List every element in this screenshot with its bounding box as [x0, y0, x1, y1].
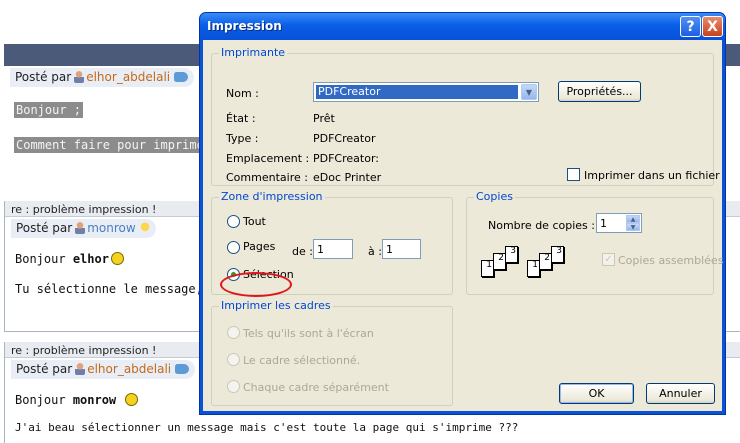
author-link[interactable]: monrow [87, 221, 135, 235]
collated-pages-icon: 1 2 3 [527, 246, 573, 278]
from-label: de : [292, 245, 313, 258]
spin-up-icon[interactable]: ▲ [626, 215, 640, 223]
help-button[interactable]: ? [680, 16, 701, 37]
dialog-body: Imprimante Nom : PDFCreator ▼ Propriétés… [203, 40, 723, 411]
dialog-title: Impression [207, 19, 282, 33]
frames-group: Imprimer les cadres Tels qu'ils sont à l… [211, 299, 453, 406]
collate-label: Copies assemblées [618, 254, 724, 267]
post-body: J'ai beau sélectionner un message mais c… [5, 421, 740, 434]
post-line: J'ai beau sélectionner un message mais c… [15, 421, 519, 434]
dialog-titlebar[interactable]: Impression ? X [200, 13, 725, 40]
printer-select[interactable]: PDFCreator ▼ [313, 82, 539, 102]
bulb-icon [139, 222, 150, 234]
state-label: État : [226, 112, 256, 125]
user-icon [75, 363, 86, 375]
comment-label: Commentaire : [226, 171, 308, 184]
user-icon [75, 222, 86, 234]
to-page-input[interactable]: 1 [382, 239, 421, 259]
range-all-label[interactable]: Tout [243, 215, 266, 228]
print-range-group-title: Zone d'impression [219, 190, 325, 203]
copies-count-value: 1 [600, 217, 607, 230]
greeting-text: Bonjour [15, 393, 66, 407]
close-button[interactable]: X [702, 16, 723, 37]
print-dialog[interactable]: Impression ? X Imprimante Nom : PDFCreat… [199, 12, 726, 415]
reply-arrow-icon[interactable] [174, 72, 189, 82]
from-page-input[interactable]: 1 [313, 239, 353, 259]
author-bar: Posté par elhor_abdelali [11, 360, 196, 379]
user-icon [74, 71, 85, 83]
printer-select-value: PDFCreator [316, 85, 518, 99]
selected-text: Bonjour ; [14, 102, 84, 118]
cancel-button[interactable]: Annuler [646, 383, 715, 404]
greeting-text: Bonjour [15, 252, 66, 266]
ok-button[interactable]: OK [559, 383, 634, 404]
print-to-file-label[interactable]: Imprimer dans un fichier [584, 169, 720, 182]
print-to-file-checkbox[interactable] [567, 168, 580, 181]
posted-by-label: Posté par [15, 70, 72, 84]
greeting-name: monrow [72, 393, 117, 407]
chevron-down-icon[interactable]: ▼ [521, 84, 537, 100]
type-value: PDFCreator [313, 132, 376, 145]
copies-group: Copies Nombre de copies : 1 ▲ ▼ 1 2 3 1 … [466, 190, 723, 295]
frames-selected-label: Le cadre sélectionné. [243, 354, 361, 367]
to-label: à : [368, 245, 382, 258]
printer-group: Imprimante Nom : PDFCreator ▼ Propriétés… [211, 46, 720, 186]
printer-group-title: Imprimante [219, 46, 288, 59]
copies-count-label: Nombre de copies : [488, 219, 595, 232]
type-label: Type : [226, 132, 259, 145]
reply-arrow-icon[interactable] [175, 364, 190, 374]
frames-as-screen-label: Tels qu'ils sont à l'écran [243, 327, 374, 340]
location-label: Emplacement : [226, 152, 310, 165]
author-bar: Posté par monrow [11, 219, 156, 238]
spin-down-icon[interactable]: ▼ [626, 223, 640, 231]
posted-by-label: Posté par [16, 221, 73, 235]
selected-text: Comment faire pour imprimer u [14, 137, 228, 153]
printer-name-label: Nom : [226, 87, 259, 100]
properties-button[interactable]: Propriétés... [558, 81, 641, 102]
forum-top-bar [0, 0, 740, 10]
author-link[interactable]: elhor_abdelali [87, 362, 171, 376]
collate-checkbox[interactable]: ✓ [602, 253, 615, 266]
frames-selected-radio[interactable] [227, 353, 240, 366]
range-pages-label[interactable]: Pages [243, 240, 275, 253]
author-link[interactable]: elhor_abdelali [86, 70, 170, 84]
author-bar: Posté par elhor_abdelali [10, 68, 195, 87]
frames-each-radio[interactable] [227, 380, 240, 393]
location-value: PDFCreator: [313, 152, 379, 165]
selection-highlight-ring [220, 272, 292, 297]
greeting-name: elhor [72, 252, 109, 266]
smiley-icon [125, 393, 139, 406]
state-value: Prêt [313, 112, 335, 125]
copies-count-stepper[interactable]: 1 ▲ ▼ [596, 213, 642, 233]
frames-as-screen-radio[interactable] [227, 326, 240, 339]
frames-each-label: Chaque cadre séparément [243, 381, 389, 394]
copies-group-title: Copies [474, 190, 515, 203]
uncollated-pages-icon: 1 2 3 [481, 246, 527, 278]
comment-value: eDoc Printer [313, 171, 382, 184]
frames-group-title: Imprimer les cadres [219, 299, 333, 312]
smiley-icon [110, 252, 124, 265]
range-all-radio[interactable] [227, 215, 240, 228]
range-pages-radio[interactable] [227, 241, 240, 254]
posted-by-label: Posté par [16, 362, 73, 376]
copies-spinner[interactable]: ▲ ▼ [626, 215, 640, 231]
